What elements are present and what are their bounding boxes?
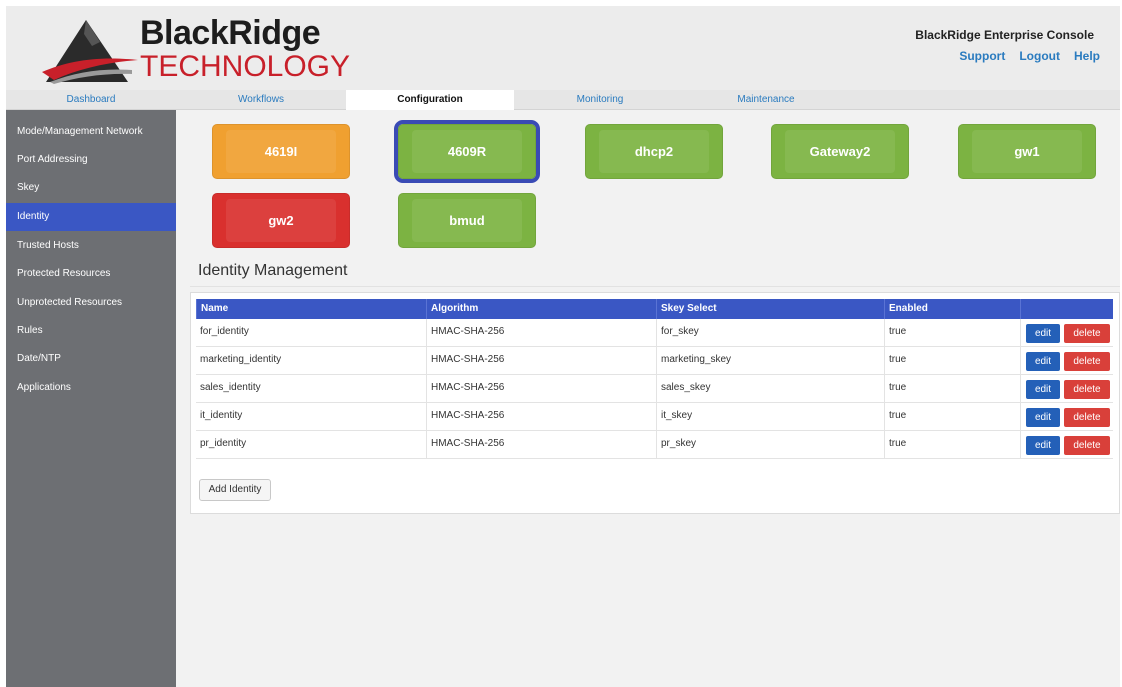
- device-tile-4609r[interactable]: 4609R: [394, 120, 540, 183]
- blackridge-logo: BlackRidge TECHNOLOGY: [40, 14, 350, 84]
- delete-button[interactable]: delete: [1064, 324, 1110, 343]
- identity-panel: Name Algorithm Skey Select Enabled for_i…: [190, 292, 1120, 514]
- delete-button[interactable]: delete: [1064, 408, 1110, 427]
- cell-algorithm: HMAC-SHA-256: [426, 375, 656, 402]
- cell-algorithm: HMAC-SHA-256: [426, 347, 656, 374]
- sidebar-item-port-addressing[interactable]: Port Addressing: [6, 146, 176, 174]
- tab-configuration[interactable]: Configuration: [346, 90, 514, 110]
- device-label: gw1: [1014, 144, 1040, 159]
- cell-name: it_identity: [200, 410, 243, 421]
- sidebar-item-identity[interactable]: Identity: [6, 203, 176, 231]
- header-links: Support Logout Help: [959, 49, 1100, 63]
- logout-link[interactable]: Logout: [1019, 49, 1060, 63]
- table-row: for_identity HMAC-SHA-256 for_skey true …: [196, 319, 1113, 347]
- table-row: marketing_identity HMAC-SHA-256 marketin…: [196, 347, 1113, 375]
- sidebar-item-skey[interactable]: Skey: [6, 174, 176, 202]
- cell-algorithm: HMAC-SHA-256: [426, 319, 656, 346]
- device-label: 4619I: [264, 144, 298, 159]
- column-header-actions: [1020, 299, 1113, 319]
- cell-actions: edit delete: [1020, 403, 1113, 430]
- cell-actions: edit delete: [1020, 347, 1113, 374]
- cell-enabled: true: [884, 431, 1020, 458]
- delete-button[interactable]: delete: [1064, 380, 1110, 399]
- tab-maintenance[interactable]: Maintenance: [686, 90, 846, 110]
- help-link[interactable]: Help: [1074, 49, 1100, 63]
- cell-skey: sales_skey: [656, 375, 884, 402]
- cell-skey: for_skey: [656, 319, 884, 346]
- column-header-name[interactable]: Name: [196, 299, 426, 319]
- device-tile-gw2[interactable]: gw2: [212, 193, 350, 248]
- cell-algorithm: HMAC-SHA-256: [426, 403, 656, 430]
- cell-skey: pr_skey: [656, 431, 884, 458]
- tab-workflows[interactable]: Workflows: [176, 90, 346, 110]
- column-header-algorithm[interactable]: Algorithm: [426, 299, 656, 319]
- column-header-skey-select[interactable]: Skey Select: [656, 299, 884, 319]
- console-title: BlackRidge Enterprise Console: [915, 28, 1094, 42]
- tab-monitoring[interactable]: Monitoring: [514, 90, 686, 110]
- table-row: sales_identity HMAC-SHA-256 sales_skey t…: [196, 375, 1113, 403]
- column-header-enabled[interactable]: Enabled: [884, 299, 1020, 319]
- device-label: 4609R: [447, 144, 487, 159]
- identity-table: Name Algorithm Skey Select Enabled for_i…: [196, 299, 1113, 459]
- delete-button[interactable]: delete: [1064, 436, 1110, 455]
- cell-algorithm: HMAC-SHA-256: [426, 431, 656, 458]
- support-link[interactable]: Support: [959, 49, 1005, 63]
- divider: [190, 286, 1120, 287]
- cell-name: sales_identity: [200, 382, 261, 393]
- table-row: it_identity HMAC-SHA-256 it_skey true ed…: [196, 403, 1113, 431]
- delete-button[interactable]: delete: [1064, 352, 1110, 371]
- cell-name: marketing_identity: [200, 354, 282, 365]
- cell-skey: it_skey: [656, 403, 884, 430]
- sidebar-item-protected-resources[interactable]: Protected Resources: [6, 260, 176, 288]
- page-title: Identity Management: [198, 262, 348, 279]
- cell-actions: edit delete: [1020, 319, 1113, 346]
- edit-button[interactable]: edit: [1026, 380, 1060, 399]
- console-app: BlackRidge TECHNOLOGY BlackRidge Enterpr…: [6, 6, 1120, 687]
- cell-enabled: true: [884, 375, 1020, 402]
- cell-enabled: true: [884, 403, 1020, 430]
- table-row: pr_identity HMAC-SHA-256 pr_skey true ed…: [196, 431, 1113, 459]
- cell-enabled: true: [884, 319, 1020, 346]
- sidebar-item-date-ntp[interactable]: Date/NTP: [6, 345, 176, 373]
- device-label: Gateway2: [809, 144, 871, 159]
- device-tile-gateway2[interactable]: Gateway2: [771, 124, 909, 179]
- device-tile-dhcp2[interactable]: dhcp2: [585, 124, 723, 179]
- cell-enabled: true: [884, 347, 1020, 374]
- cell-actions: edit delete: [1020, 375, 1113, 402]
- device-label: bmud: [449, 213, 485, 228]
- logo-mark-icon: [42, 20, 138, 84]
- cell-name: pr_identity: [200, 438, 247, 449]
- device-label: dhcp2: [634, 144, 674, 159]
- sidebar-item-trusted-hosts[interactable]: Trusted Hosts: [6, 232, 176, 260]
- device-label: gw2: [268, 213, 294, 228]
- sidebar-item-rules[interactable]: Rules: [6, 317, 176, 345]
- logo-text-blackridge: BlackRidge: [140, 14, 321, 52]
- device-tile-4619i[interactable]: 4619I: [212, 124, 350, 179]
- tab-dashboard[interactable]: Dashboard: [6, 90, 176, 110]
- sidebar-item-unprotected-resources[interactable]: Unprotected Resources: [6, 289, 176, 317]
- edit-button[interactable]: edit: [1026, 324, 1060, 343]
- sidebar: Mode/Management Network Port Addressing …: [6, 110, 176, 687]
- device-tile-bmud[interactable]: bmud: [398, 193, 536, 248]
- edit-button[interactable]: edit: [1026, 436, 1060, 455]
- cell-name: for_identity: [200, 326, 249, 337]
- device-tile-gw1[interactable]: gw1: [958, 124, 1096, 179]
- cell-skey: marketing_skey: [656, 347, 884, 374]
- main-tabs: Dashboard Workflows Configuration Monito…: [6, 90, 1120, 110]
- sidebar-item-mode-management-network[interactable]: Mode/Management Network: [6, 118, 176, 146]
- table-header-row: Name Algorithm Skey Select Enabled: [196, 299, 1113, 319]
- add-identity-button[interactable]: Add Identity: [199, 479, 271, 501]
- logo-text-technology: TECHNOLOGY: [140, 50, 351, 83]
- header: BlackRidge TECHNOLOGY BlackRidge Enterpr…: [6, 6, 1120, 90]
- sidebar-item-applications[interactable]: Applications: [6, 374, 176, 402]
- cell-actions: edit delete: [1020, 431, 1113, 458]
- edit-button[interactable]: edit: [1026, 408, 1060, 427]
- edit-button[interactable]: edit: [1026, 352, 1060, 371]
